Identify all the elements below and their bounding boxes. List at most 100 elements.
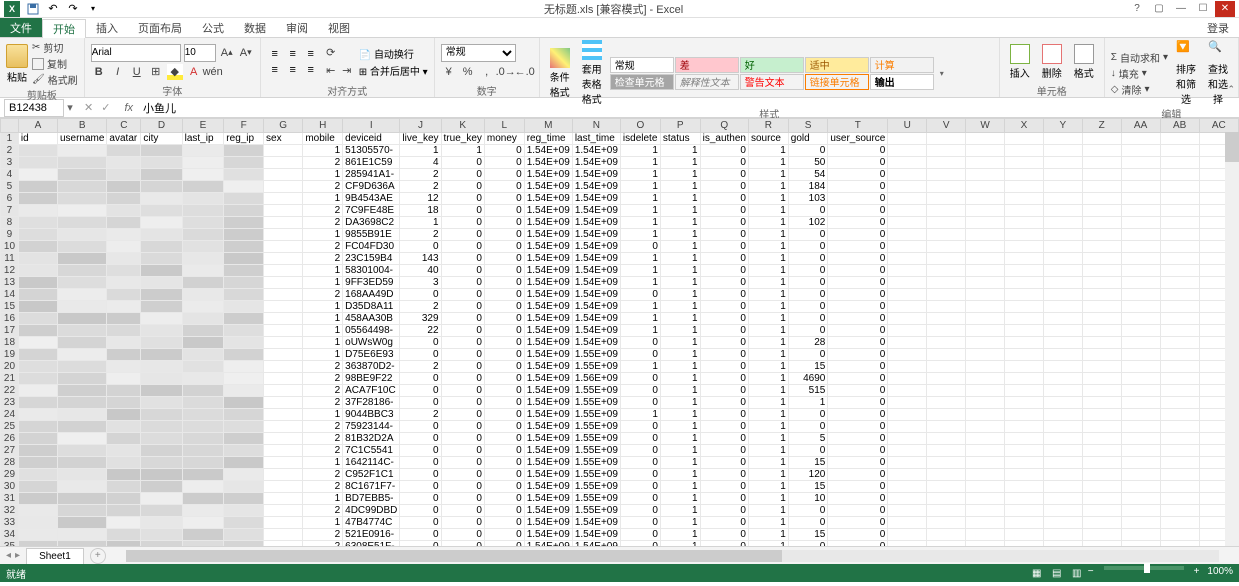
cell-H3[interactable]: 2 [303, 157, 343, 169]
cell-O8[interactable]: 1 [620, 217, 660, 229]
zoom-thumb[interactable] [1144, 563, 1150, 573]
cell-H11[interactable]: 2 [303, 253, 343, 265]
underline-button[interactable]: U [129, 64, 145, 80]
cell-D28[interactable] [141, 457, 182, 469]
save-icon[interactable] [26, 2, 40, 16]
comma-icon[interactable]: , [479, 64, 495, 80]
cell-U1[interactable] [888, 133, 927, 145]
cell-I28[interactable]: 1642114C- [343, 457, 400, 469]
vertical-scrollbar[interactable] [1225, 132, 1239, 546]
cell-Z10[interactable] [1082, 241, 1121, 253]
cell-V2[interactable] [927, 145, 966, 157]
cell-G26[interactable] [264, 433, 303, 445]
style-check[interactable]: 检查单元格 [610, 74, 674, 90]
cell-Y12[interactable] [1043, 265, 1082, 277]
cell-A33[interactable] [18, 517, 57, 529]
cell-B11[interactable] [57, 253, 106, 265]
cell-B1[interactable]: username [57, 133, 106, 145]
cell-AB20[interactable] [1160, 361, 1199, 373]
cell-U32[interactable] [888, 505, 927, 517]
cell-V17[interactable] [927, 325, 966, 337]
cell-F23[interactable] [224, 397, 264, 409]
cell-O34[interactable]: 0 [620, 529, 660, 541]
cell-O9[interactable]: 1 [620, 229, 660, 241]
cell-Y16[interactable] [1043, 313, 1082, 325]
cell-R13[interactable]: 1 [748, 277, 788, 289]
cell-M1[interactable]: reg_time [524, 133, 572, 145]
cell-J14[interactable]: 0 [400, 289, 441, 301]
cell-J6[interactable]: 12 [400, 193, 441, 205]
cell-G10[interactable] [264, 241, 303, 253]
row-header-5[interactable]: 5 [1, 181, 19, 193]
cell-T15[interactable]: 0 [828, 301, 888, 313]
cell-AB34[interactable] [1160, 529, 1199, 541]
row-header-30[interactable]: 30 [1, 481, 19, 493]
cell-C29[interactable] [107, 469, 141, 481]
cell-O23[interactable]: 0 [620, 397, 660, 409]
cell-F18[interactable] [224, 337, 264, 349]
cell-I29[interactable]: C952F1C1 [343, 469, 400, 481]
fill-button[interactable]: ↓填充 ▾ [1111, 66, 1168, 81]
cell-L26[interactable]: 0 [484, 433, 524, 445]
cell-O35[interactable]: 0 [620, 541, 660, 547]
cell-N24[interactable]: 1.55E+09 [572, 409, 620, 421]
cell-K19[interactable]: 0 [441, 349, 484, 361]
cell-L9[interactable]: 0 [484, 229, 524, 241]
cell-Q5[interactable]: 0 [700, 181, 748, 193]
row-header-21[interactable]: 21 [1, 373, 19, 385]
copy-button[interactable]: 复制 [32, 56, 78, 71]
cell-S4[interactable]: 54 [788, 169, 828, 181]
cell-H2[interactable]: 1 [303, 145, 343, 157]
cell-A29[interactable] [18, 469, 57, 481]
cell-N23[interactable]: 1.55E+09 [572, 397, 620, 409]
cell-U29[interactable] [888, 469, 927, 481]
cell-W6[interactable] [966, 193, 1005, 205]
cell-A4[interactable] [18, 169, 57, 181]
cell-A22[interactable] [18, 385, 57, 397]
wrap-text-button[interactable]: 📄 自动换行 [359, 46, 428, 61]
cell-L29[interactable]: 0 [484, 469, 524, 481]
cell-L10[interactable]: 0 [484, 241, 524, 253]
cell-N13[interactable]: 1.54E+09 [572, 277, 620, 289]
cell-I9[interactable]: 9855B91E [343, 229, 400, 241]
cell-S1[interactable]: gold [788, 133, 828, 145]
cell-P12[interactable]: 1 [660, 265, 700, 277]
cell-D14[interactable] [141, 289, 182, 301]
cell-W10[interactable] [966, 241, 1005, 253]
cell-C8[interactable] [107, 217, 141, 229]
cell-D33[interactable] [141, 517, 182, 529]
cell-J26[interactable]: 0 [400, 433, 441, 445]
cell-S18[interactable]: 28 [788, 337, 828, 349]
cell-X10[interactable] [1005, 241, 1044, 253]
cell-T32[interactable]: 0 [828, 505, 888, 517]
cell-Y29[interactable] [1043, 469, 1082, 481]
cell-L14[interactable]: 0 [484, 289, 524, 301]
cell-U17[interactable] [888, 325, 927, 337]
cell-B22[interactable] [57, 385, 106, 397]
cell-AA3[interactable] [1121, 157, 1160, 169]
cell-E2[interactable] [182, 145, 224, 157]
cell-R19[interactable]: 1 [748, 349, 788, 361]
cell-D7[interactable] [141, 205, 182, 217]
cell-F5[interactable] [224, 181, 264, 193]
zoom-level[interactable]: 100% [1207, 566, 1233, 580]
cell-AA5[interactable] [1121, 181, 1160, 193]
cell-H26[interactable]: 2 [303, 433, 343, 445]
cell-F32[interactable] [224, 505, 264, 517]
cell-N34[interactable]: 1.54E+09 [572, 529, 620, 541]
cell-A2[interactable] [18, 145, 57, 157]
zoom-out-icon[interactable]: − [1088, 566, 1094, 580]
cell-C28[interactable] [107, 457, 141, 469]
cell-R12[interactable]: 1 [748, 265, 788, 277]
cell-R20[interactable]: 1 [748, 361, 788, 373]
col-header-V[interactable]: V [927, 119, 966, 133]
cell-I7[interactable]: 7C9FE48E [343, 205, 400, 217]
cell-G18[interactable] [264, 337, 303, 349]
cell-M12[interactable]: 1.54E+09 [524, 265, 572, 277]
cell-L7[interactable]: 0 [484, 205, 524, 217]
cell-F25[interactable] [224, 421, 264, 433]
tab-insert[interactable]: 插入 [86, 18, 128, 37]
cell-V14[interactable] [927, 289, 966, 301]
cell-D13[interactable] [141, 277, 182, 289]
cell-B15[interactable] [57, 301, 106, 313]
